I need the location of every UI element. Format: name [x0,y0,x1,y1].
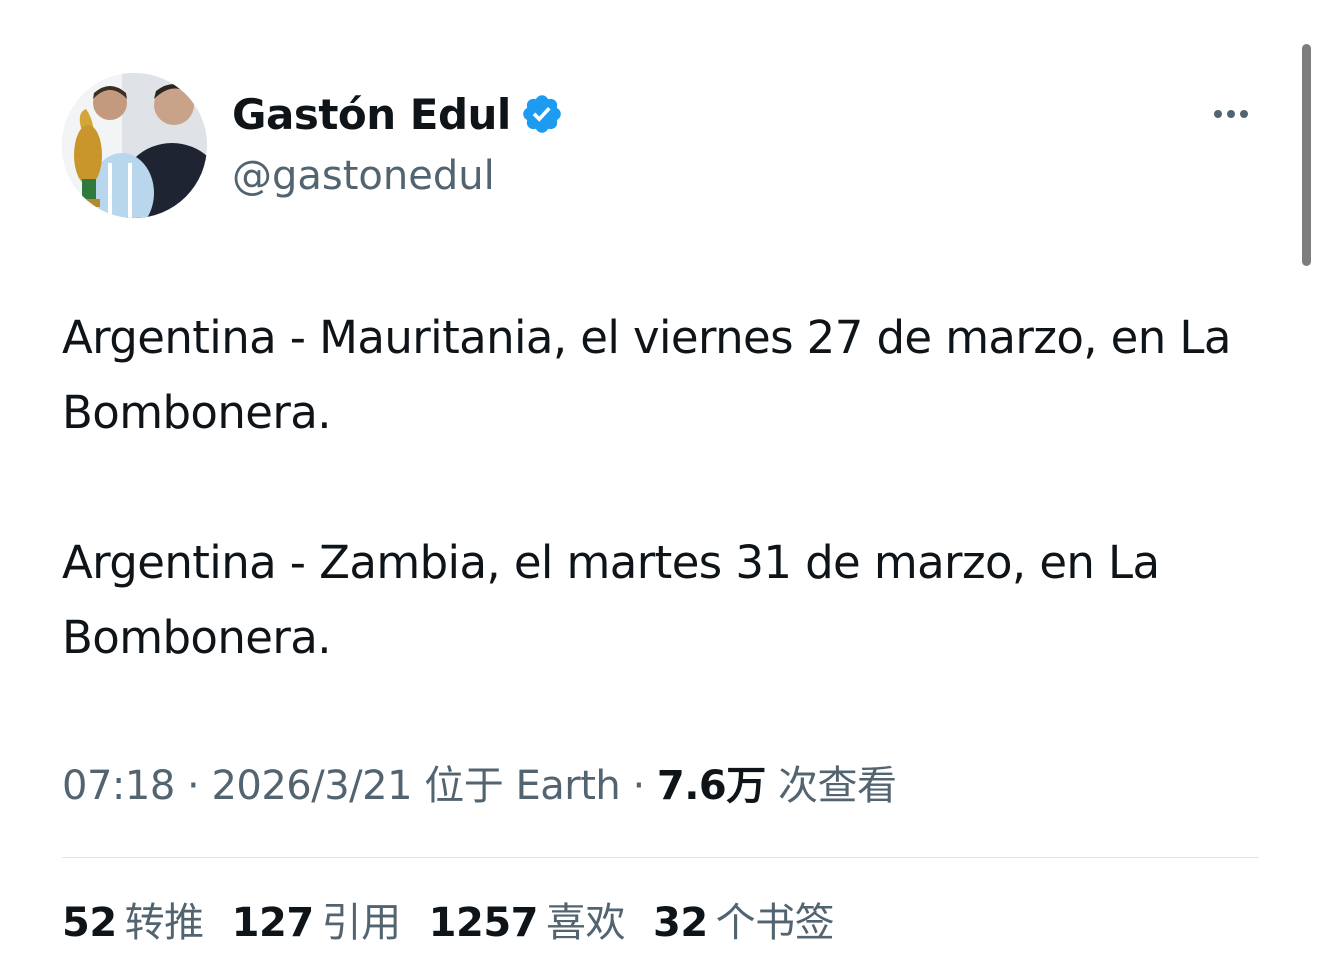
more-options-button[interactable] [1204,96,1258,132]
retweets-count: 52 [62,900,117,946]
views-label: 次查看 [777,763,897,809]
tweet-meta: 07:18 · 2026/3/21 位于 Earth · 7.6万 次查看 [62,756,897,816]
tweet-time[interactable]: 07:18 [62,763,175,809]
more-dot [1240,110,1248,118]
bookmarks-count: 32 [653,900,708,946]
retweets-stat[interactable]: 52 转推 [62,893,204,953]
avatar[interactable] [62,73,207,218]
bookmarks-label: 个书签 [715,900,835,946]
retweets-label: 转推 [124,900,205,946]
likes-count: 1257 [428,900,539,946]
more-dot [1227,110,1235,118]
tweet-paragraph: Argentina - Zambia, el martes 31 de marz… [62,536,1160,664]
display-name[interactable]: Gastón Edul [232,90,511,140]
tweet-paragraph: Argentina - Mauritania, el viernes 27 de… [62,311,1231,439]
more-horizontal-icon [1214,110,1222,118]
meta-separator: · [620,763,657,809]
profile-photo [62,73,207,218]
verified-badge-icon [523,95,561,133]
quotes-stat[interactable]: 127 引用 [231,893,402,953]
likes-label: 喜欢 [546,900,626,946]
views-count: 7.6万 [656,763,766,809]
meta-separator: · [174,763,212,809]
handle[interactable]: @gastonedul [232,151,495,201]
tweet-text: Argentina - Mauritania, el viernes 27 de… [62,300,1287,675]
divider [62,857,1259,858]
engagement-stats: 52 转推 127 引用 1257 喜欢 32 个书签 [62,893,835,953]
scrollbar[interactable] [1302,44,1311,266]
tweet-location: 位于 Earth [424,763,621,809]
likes-stat[interactable]: 1257 喜欢 [428,893,626,953]
quotes-label: 引用 [321,900,402,946]
quotes-count: 127 [231,900,315,946]
tweet-date[interactable]: 2026/3/21 [211,763,412,809]
bookmarks-stat[interactable]: 32 个书签 [653,893,835,953]
